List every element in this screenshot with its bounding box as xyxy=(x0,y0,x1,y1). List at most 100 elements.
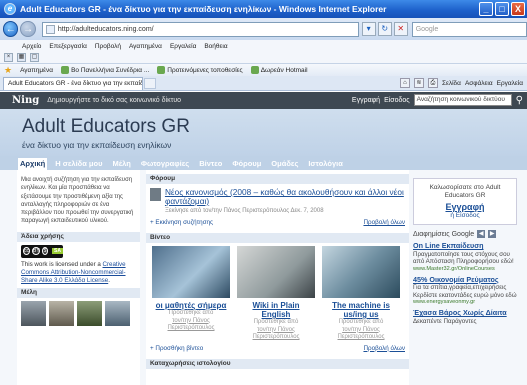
command-bar: ⌂ ≋ ⎙ Σελίδα Ασφάλεια Εργαλεία xyxy=(399,78,523,88)
close-button[interactable]: X xyxy=(511,2,525,16)
tools-menu[interactable]: Εργαλεία xyxy=(497,80,523,87)
favorite-link[interactable]: Δωρεάν Hotmail xyxy=(250,66,308,74)
menu-bar: Αρχείο Επεξεργασία Προβολή Αγαπημένα Εργ… xyxy=(0,40,527,52)
welcome-text: Καλωσορίσατε στο Adult Educators GR xyxy=(429,184,501,199)
ning-search-input[interactable]: Αναζήτηση κοινωνικού δικτύου xyxy=(413,94,512,106)
new-tab-button[interactable] xyxy=(144,77,156,89)
favorite-link[interactable]: Bo Πανελλήνια Συνέδρια ... xyxy=(61,66,149,74)
print-icon[interactable]: ⎙ xyxy=(427,78,438,88)
ad-item: Έχασα Βάρος Χωρίς Δίαιτα Δεκαπέντε Παράγ… xyxy=(413,308,517,325)
menu-favorites[interactable]: Αγαπημένα xyxy=(129,43,162,50)
tab-my-page[interactable]: Η σελίδα μου xyxy=(53,158,104,170)
search-input[interactable]: Google xyxy=(411,21,527,37)
safety-menu[interactable]: Ασφάλεια xyxy=(465,80,493,87)
video-item: The machine is us/ing us Προστέθηκε από … xyxy=(322,246,400,342)
menu-file[interactable]: Αρχείο xyxy=(22,43,41,50)
signin-link[interactable]: ή Είσοδος xyxy=(418,212,512,219)
middle-column: Φόρουμ Νέος κανονισμός (2008 – καθώς θα … xyxy=(146,170,409,385)
menu-edit[interactable]: Επεξεργασία xyxy=(49,43,86,50)
member-avatar[interactable] xyxy=(105,300,130,326)
start-discussion-link[interactable]: + Εκκίνηση συζήτησης xyxy=(150,219,213,226)
menu-help[interactable]: Βοήθεια xyxy=(204,43,227,50)
ning-signup-link[interactable]: Εγγραφή xyxy=(352,97,380,104)
tab-blogs[interactable]: Ιστολόγια xyxy=(306,158,344,170)
video-title[interactable]: The machine is us/ing us xyxy=(322,301,400,319)
tab-home[interactable]: Αρχική xyxy=(18,158,48,170)
menu-tools[interactable]: Εργαλεία xyxy=(170,43,196,50)
ning-account-area: Εγγραφή Είσοδος Αναζήτηση κοινωνικού δικ… xyxy=(352,94,523,106)
video-author-link[interactable]: τον/την Πάνος xyxy=(237,327,315,335)
grid-icon[interactable]: ▦ xyxy=(17,53,26,62)
post-author-avatar[interactable] xyxy=(150,188,161,201)
blog-heading: Καταχωρήσεις ιστολογίου xyxy=(146,358,409,369)
welcome-box: Καλωσορίσατε στο Adult Educators GR Εγγρ… xyxy=(413,178,517,225)
favorite-link[interactable]: Προτεινόμενες τοποθεσίες xyxy=(157,66,243,74)
dropdown-icon[interactable]: ▾ xyxy=(361,22,376,36)
close-toolbar-icon[interactable]: × xyxy=(4,53,13,62)
video-meta: Προστέθηκε από τον/την Πάνος Περιστερόπο… xyxy=(322,319,400,342)
cc-icon: cc xyxy=(23,247,30,256)
tab-groups[interactable]: Ομάδες xyxy=(269,158,300,170)
minimize-button[interactable]: _ xyxy=(479,2,493,16)
member-avatar[interactable] xyxy=(77,300,102,326)
creative-commons-badge[interactable]: cc BY $ SA xyxy=(21,244,63,258)
page-menu[interactable]: Σελίδα xyxy=(442,80,461,87)
videos-view-all-link[interactable]: Προβολή όλων xyxy=(363,345,405,352)
back-button[interactable]: ← xyxy=(3,21,19,37)
search-icon[interactable]: ⚲ xyxy=(516,95,523,106)
stop-icon[interactable]: ✕ xyxy=(393,22,408,36)
license-heading: Άδεια χρήσης xyxy=(17,231,140,242)
member-avatar[interactable] xyxy=(49,300,74,326)
tab-members[interactable]: Μέλη xyxy=(110,158,132,170)
favorites-star-icon[interactable]: ★ xyxy=(4,65,12,76)
video-author-link[interactable]: τον/την Πάνος xyxy=(152,318,230,326)
video-author-link[interactable]: τον/την Πάνος xyxy=(322,327,400,335)
add-video-link[interactable]: + Προσθήκη βίντεο xyxy=(150,345,203,352)
ad-title[interactable]: On Line Εκπαίδευση xyxy=(413,241,517,251)
forum-view-all-link[interactable]: Προβολή όλων xyxy=(363,219,405,226)
forward-button[interactable]: → xyxy=(20,21,36,37)
tab-forum[interactable]: Φόρουμ xyxy=(230,158,263,170)
video-thumbnail[interactable] xyxy=(322,246,400,298)
address-bar[interactable]: http://adulteducators.ning.com/ xyxy=(41,21,359,37)
video-meta: Προστέθηκε από τον/την Πάνος Περιστερόπο… xyxy=(237,319,315,342)
site-nav: Αρχική Η σελίδα μου Μέλη Φωτογραφίες Βίν… xyxy=(0,156,527,170)
ads-next-icon[interactable]: ▶ xyxy=(488,230,497,238)
toolbar-button-icon[interactable]: ▢ xyxy=(30,53,39,62)
members-heading: Μέλη xyxy=(17,287,140,298)
ning-logo[interactable]: Ning xyxy=(12,95,39,106)
tab-videos[interactable]: Βίντεο xyxy=(197,158,224,170)
feeds-icon[interactable]: ≋ xyxy=(413,78,424,88)
maximize-button[interactable]: □ xyxy=(495,2,509,16)
window-titlebar: e Adult Educators GR - ένα δίκτυο για τη… xyxy=(0,0,527,18)
videos-heading: Βίντεο xyxy=(146,233,409,243)
member-avatar[interactable] xyxy=(21,300,46,326)
home-icon[interactable]: ⌂ xyxy=(399,78,410,88)
forum-post-title[interactable]: Νέος κανονισμός (2008 – καθώς θα ακολουθ… xyxy=(165,188,405,206)
video-thumbnail[interactable] xyxy=(237,246,315,298)
ad-url[interactable]: www.energysaveonmy.gr xyxy=(413,299,517,305)
ad-url[interactable]: www.Master32.gr/OnlineCourses xyxy=(413,266,517,272)
refresh-icon[interactable]: ↻ xyxy=(377,22,392,36)
ad-title[interactable]: Έχασα Βάρος Χωρίς Δίαιτα xyxy=(413,308,517,318)
menu-view[interactable]: Προβολή xyxy=(95,43,121,50)
search-placeholder: Google xyxy=(415,25,439,33)
ad-title[interactable]: 45% Οικονομία Ρεύματος xyxy=(413,275,517,285)
video-title[interactable]: οι μαθητές σήμερα xyxy=(152,301,230,310)
google-ads-label[interactable]: Διαφημίσεις Google xyxy=(413,231,474,238)
video-title[interactable]: Wiki in Plain English xyxy=(237,301,315,319)
tab-photos[interactable]: Φωτογραφίες xyxy=(139,158,191,170)
ads-prev-icon[interactable]: ◀ xyxy=(477,230,486,238)
ning-signin-link[interactable]: Είσοδος xyxy=(384,97,410,104)
ad-text: Δεκαπέντε Παράγοντες xyxy=(413,317,477,325)
address-text: http://adulteducators.ning.com/ xyxy=(57,25,154,33)
members-grid xyxy=(17,298,140,329)
ad-item: 45% Οικονομία Ρεύματος Για τα σπίτια,γρα… xyxy=(413,275,517,305)
video-thumbnail[interactable] xyxy=(152,246,230,298)
signup-link[interactable]: Εγγραφή xyxy=(418,202,512,212)
site-title[interactable]: Adult Educators GR xyxy=(22,116,190,138)
video-meta: Προστέθηκε από τον/την Πάνος Περιστερόπο… xyxy=(152,310,230,333)
favorites-label[interactable]: Αγαπημένα xyxy=(20,67,53,74)
ning-tagline[interactable]: Δημιουργήστε το δικό σας κοινωνικό δίκτυ… xyxy=(47,97,181,104)
browser-tab[interactable]: Adult Educators GR - ένα δίκτυο για την … xyxy=(3,76,143,90)
